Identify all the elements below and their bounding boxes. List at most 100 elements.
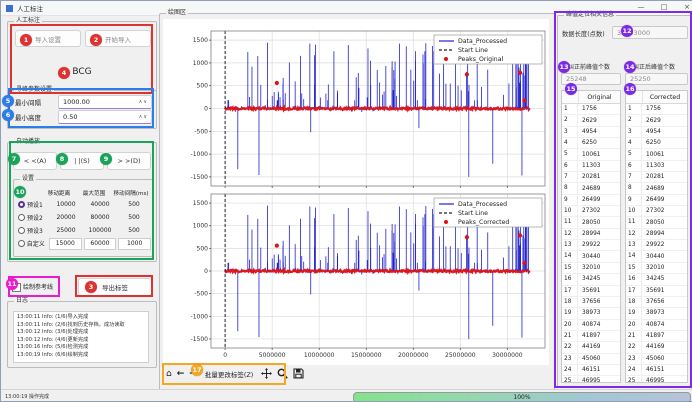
preset-radio[interactable] <box>18 214 25 221</box>
preset-radio[interactable] <box>18 240 25 247</box>
min-interval-spinbox[interactable]: 1000.00 ∧∨ <box>58 95 152 109</box>
min-height-value[interactable]: 0.50 <box>59 113 139 121</box>
home-icon[interactable]: ⌂ <box>166 365 172 383</box>
table-row[interactable]: 2546995 <box>562 376 620 383</box>
table-row[interactable]: 1938973 <box>626 308 687 319</box>
table-row[interactable]: 1027302 <box>562 206 620 217</box>
table-row[interactable]: 11756 <box>562 104 620 115</box>
table-row[interactable]: 1430440 <box>626 251 687 262</box>
table-row[interactable]: 2446151 <box>626 365 687 376</box>
table-row[interactable]: 1735691 <box>626 286 687 297</box>
table-row[interactable]: 720281 <box>626 172 687 183</box>
preset-row: 预设325000100000500 <box>14 224 152 237</box>
table-row[interactable]: 22629 <box>626 115 687 126</box>
figure-canvas[interactable]: 150010005000-500-1000-1500Data_Processed… <box>163 19 549 365</box>
table-row[interactable]: 2141897 <box>626 331 687 342</box>
table-row[interactable]: 34954 <box>626 127 687 138</box>
table-row[interactable]: 2244169 <box>626 342 687 353</box>
table-row[interactable]: 1228994 <box>626 229 687 240</box>
manual-annotation-group-title: 人工标注 <box>14 17 42 25</box>
table-row[interactable]: 46250 <box>562 138 620 149</box>
preset-label[interactable]: 预设3 <box>27 226 49 235</box>
table-row[interactable]: 1634245 <box>562 274 620 285</box>
svg-text:-1500: -1500 <box>191 336 209 343</box>
back-icon[interactable]: ← <box>177 365 185 383</box>
close-button[interactable]: × <box>677 1 692 14</box>
log-line: 13:00:11 Info: (1/6)导入完成 <box>17 314 148 322</box>
autoplay-forward-button[interactable]: > >(D) <box>107 152 151 170</box>
table-row[interactable]: 2345060 <box>562 354 620 365</box>
table-row[interactable]: 2244169 <box>562 342 620 353</box>
table-row[interactable]: 1329922 <box>626 240 687 251</box>
table-row[interactable]: 510061 <box>626 149 687 160</box>
table-row[interactable]: 2141897 <box>562 331 620 342</box>
table-row[interactable]: 1938973 <box>562 308 620 319</box>
spinner-arrows-icon[interactable]: ∧∨ <box>139 114 151 120</box>
table-row[interactable]: 2040874 <box>562 320 620 331</box>
table-row[interactable]: 1027302 <box>626 206 687 217</box>
table-row[interactable]: 1735691 <box>562 286 620 297</box>
svg-text:1500: 1500 <box>193 200 208 207</box>
table-row[interactable]: 1329922 <box>562 240 620 251</box>
table-row[interactable]: 1532010 <box>562 263 620 274</box>
save-icon[interactable] <box>293 368 304 381</box>
reference-line-checkbox[interactable]: 绘制参考线 <box>12 282 53 292</box>
peak-params-group-title: 寻峰参数设置 <box>14 86 54 94</box>
preset-radio[interactable] <box>18 201 25 208</box>
table-row[interactable]: 1837656 <box>626 297 687 308</box>
table-row[interactable]: 926499 <box>626 195 687 206</box>
pan-icon[interactable] <box>261 368 272 381</box>
table-row[interactable]: 2345060 <box>626 354 687 365</box>
table-row[interactable]: 824689 <box>626 183 687 194</box>
preset-input[interactable]: 15000 <box>49 238 82 250</box>
table-row[interactable]: 1228994 <box>562 229 620 240</box>
table-row[interactable]: 926499 <box>562 195 620 206</box>
table-row[interactable]: 1837656 <box>562 297 620 308</box>
zoom-icon[interactable] <box>277 368 288 381</box>
table-row[interactable]: 1430440 <box>562 251 620 262</box>
signal-charts[interactable]: 150010005000-500-1000-1500Data_Processed… <box>163 19 549 365</box>
log-list[interactable]: 13:00:11 Info: (1/6)导入完成13:00:11 Info: (… <box>13 311 149 363</box>
table-row[interactable]: 2546995 <box>626 376 687 383</box>
svg-text:15000000: 15000000 <box>351 352 382 359</box>
preset-input[interactable]: 1000 <box>118 238 151 250</box>
svg-text:25000000: 25000000 <box>445 352 476 359</box>
table-row[interactable]: 34954 <box>562 127 620 138</box>
preset-label[interactable]: 自定义 <box>27 239 48 248</box>
table-row[interactable]: 611303 <box>626 161 687 172</box>
corrected-header: Corrected <box>643 94 687 101</box>
table-row[interactable]: 1128050 <box>562 217 620 228</box>
annotation-badge: 7 <box>8 153 20 165</box>
svg-text:Start Line: Start Line <box>458 47 488 54</box>
svg-text:1000: 1000 <box>193 223 208 230</box>
preset-radio[interactable] <box>18 227 25 234</box>
min-height-spinbox[interactable]: 0.50 ∧∨ <box>58 110 152 124</box>
preset-label[interactable]: 预设1 <box>27 200 49 209</box>
original-peaks-table[interactable]: Original 1175622629349544625051006161130… <box>561 90 621 383</box>
table-row[interactable]: 1532010 <box>626 263 687 274</box>
table-row[interactable]: 510061 <box>562 149 620 160</box>
table-row[interactable]: 2446151 <box>562 365 620 376</box>
table-row[interactable]: 22629 <box>562 115 620 126</box>
min-interval-value[interactable]: 1000.00 <box>59 98 139 106</box>
table-row[interactable]: 824689 <box>562 183 620 194</box>
annotation-badge: 5 <box>2 95 14 107</box>
minimize-button[interactable]: — <box>631 1 651 14</box>
table-row[interactable]: 2040874 <box>626 320 687 331</box>
spinner-arrows-icon[interactable]: ∧∨ <box>139 99 151 105</box>
after-count-field: 25250 <box>625 73 688 85</box>
table-row[interactable]: 1634245 <box>626 274 687 285</box>
preset-input[interactable]: 60000 <box>84 238 117 250</box>
table-row[interactable]: 611303 <box>562 161 620 172</box>
maximize-button[interactable]: □ <box>654 1 674 14</box>
table-row[interactable]: 11756 <box>626 104 687 115</box>
table-row[interactable]: 1128050 <box>626 217 687 228</box>
preset-value: 500 <box>117 201 151 208</box>
annotation-badge: 9 <box>100 153 112 165</box>
table-row[interactable]: 720281 <box>562 172 620 183</box>
table-row[interactable]: 46250 <box>626 138 687 149</box>
preset-label[interactable]: 预设2 <box>27 213 49 222</box>
preset-value: 10000 <box>49 201 83 208</box>
batch-edit-labels-button[interactable]: 批量更改标签(Z) <box>202 367 257 381</box>
corrected-peaks-table[interactable]: Corrected 117562262934954462505100616113… <box>625 90 688 383</box>
